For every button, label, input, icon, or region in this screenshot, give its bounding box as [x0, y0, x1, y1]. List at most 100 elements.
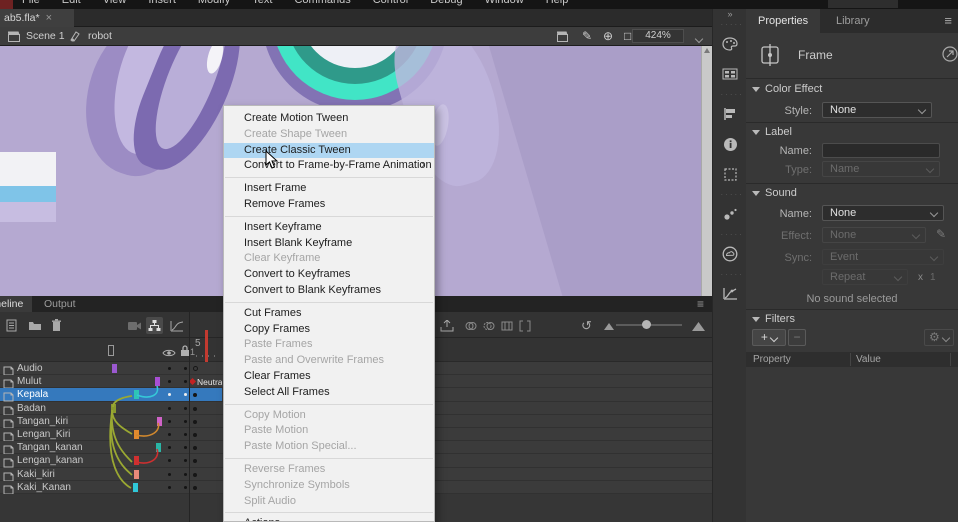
- layer-name[interactable]: Badan: [17, 403, 46, 414]
- remove-filter-button[interactable]: −: [788, 329, 806, 346]
- layer-lock-dot[interactable]: [184, 486, 187, 489]
- tab-properties[interactable]: Properties: [746, 9, 820, 33]
- particles-panel-icon[interactable]: [713, 199, 747, 229]
- label-name-input[interactable]: [822, 143, 940, 158]
- menu-control[interactable]: Control: [373, 0, 408, 6]
- edit-symbols-icon[interactable]: ✎: [582, 29, 592, 43]
- keyframe-dot[interactable]: [193, 486, 197, 490]
- new-layer-icon[interactable]: [4, 317, 21, 334]
- onion-skin-icon[interactable]: [462, 317, 479, 334]
- zoom-in-timeline-icon[interactable]: [690, 317, 707, 334]
- tab-timeline[interactable]: Timeline: [0, 296, 32, 312]
- color-panel-icon[interactable]: [713, 29, 747, 59]
- layer-name[interactable]: Tangan_kiri: [17, 416, 68, 427]
- layer-lock-dot[interactable]: [184, 459, 187, 462]
- breadcrumb-scene[interactable]: Scene 1: [26, 30, 65, 42]
- tab-output[interactable]: Output: [34, 296, 86, 312]
- edit-scene-icon[interactable]: [557, 31, 570, 45]
- layer-lock-dot[interactable]: [184, 393, 187, 396]
- layer-lock-dot[interactable]: [184, 420, 187, 423]
- timeline-zoom-slider-knob[interactable]: [642, 320, 651, 329]
- layer-name[interactable]: Kaki_Kanan: [17, 482, 71, 493]
- clear-frames-menu-item[interactable]: Clear Frames: [224, 369, 434, 385]
- align-panel-icon[interactable]: [713, 99, 747, 129]
- layer-visibility-dot[interactable]: [168, 420, 171, 423]
- layer-parent-swatch[interactable]: [134, 456, 139, 465]
- camera-icon[interactable]: [126, 317, 143, 334]
- visibility-column-eye-icon[interactable]: [162, 345, 176, 363]
- insert-frame-menu-item[interactable]: Insert Frame: [224, 181, 434, 197]
- copy-frames-menu-item[interactable]: Copy Frames: [224, 322, 434, 338]
- layer-visibility-dot[interactable]: [168, 380, 171, 383]
- filter-options-button[interactable]: ⚙: [924, 329, 954, 346]
- creative-cloud-icon[interactable]: [713, 239, 747, 269]
- menu-view[interactable]: View: [103, 0, 127, 6]
- keyframe-dot[interactable]: [193, 407, 197, 411]
- style-dropdown[interactable]: None: [822, 102, 932, 118]
- section-label[interactable]: Label: [752, 126, 792, 138]
- layer-visibility-dot[interactable]: [168, 473, 171, 476]
- keyframe-dot[interactable]: [193, 473, 197, 477]
- layer-lock-dot[interactable]: [184, 446, 187, 449]
- edit-multiple-frames-icon[interactable]: [498, 317, 515, 334]
- insert-blank-keyframe-menu-item[interactable]: Insert Blank Keyframe: [224, 236, 434, 252]
- stage-vertical-scrollbar[interactable]: [701, 46, 712, 296]
- menu-modify[interactable]: Modify: [198, 0, 230, 6]
- empty-keyframe[interactable]: [193, 366, 198, 371]
- delete-layer-icon[interactable]: [48, 317, 65, 334]
- modify-markers-icon[interactable]: [516, 317, 533, 334]
- convert-to-keyframes-menu-item[interactable]: Convert to Keyframes: [224, 267, 434, 283]
- layer-lock-dot[interactable]: [184, 367, 187, 370]
- help-link-icon[interactable]: [942, 46, 958, 65]
- section-color-effect[interactable]: Color Effect: [752, 83, 822, 95]
- layer-depth-icon[interactable]: [168, 317, 185, 334]
- sound-name-dropdown[interactable]: None: [822, 205, 944, 221]
- keyframe-dot[interactable]: [193, 459, 197, 463]
- layer-name[interactable]: Lengan_Kiri: [17, 429, 70, 440]
- zoom-chevron-icon[interactable]: [696, 33, 702, 45]
- collapse-panels-icon[interactable]: »: [713, 9, 746, 19]
- layer-name[interactable]: Kepala: [17, 389, 48, 400]
- keyframe-dot[interactable]: [193, 420, 197, 424]
- section-filters[interactable]: Filters: [752, 313, 795, 325]
- layer-name[interactable]: Tangan_kanan: [17, 442, 83, 453]
- layer-parent-swatch[interactable]: [156, 443, 161, 452]
- layer-parent-swatch[interactable]: [133, 483, 138, 492]
- insert-keyframe-menu-item[interactable]: Insert Keyframe: [224, 220, 434, 236]
- layer-visibility-dot[interactable]: [168, 407, 171, 410]
- menu-edit[interactable]: Edit: [62, 0, 81, 6]
- menu-window[interactable]: Window: [485, 0, 524, 6]
- keyframe-dot[interactable]: [193, 433, 197, 437]
- layer-name[interactable]: Mulut: [17, 376, 41, 387]
- loop-icon[interactable]: ↺: [578, 317, 595, 334]
- playhead[interactable]: [205, 330, 208, 362]
- onion-skin-outline-icon[interactable]: [480, 317, 497, 334]
- menu-text[interactable]: Text: [252, 0, 272, 6]
- cut-frames-menu-item[interactable]: Cut Frames: [224, 306, 434, 322]
- panel-menu-icon[interactable]: ≡: [944, 13, 952, 28]
- layer-parent-swatch[interactable]: [155, 377, 160, 386]
- remove-frames-menu-item[interactable]: Remove Frames: [224, 197, 434, 213]
- new-folder-icon[interactable]: [26, 317, 43, 334]
- keyframe-dot[interactable]: [193, 446, 197, 450]
- layer-parent-swatch[interactable]: [134, 430, 139, 439]
- layer-visibility-dot[interactable]: [168, 433, 171, 436]
- add-filter-button[interactable]: +: [752, 329, 786, 346]
- layer-visibility-dot[interactable]: [168, 459, 171, 462]
- section-sound[interactable]: Sound: [752, 187, 797, 199]
- layer-visibility-dot[interactable]: [168, 446, 171, 449]
- document-tab[interactable]: ab5.fla*×: [0, 9, 74, 27]
- create-classic-tween-menu-item[interactable]: Create Classic Tween: [224, 143, 434, 159]
- menu-help[interactable]: Help: [546, 0, 569, 6]
- keyframe-dot[interactable]: [193, 393, 197, 397]
- menu-insert[interactable]: Insert: [148, 0, 176, 6]
- layer-parenting-icon[interactable]: [146, 317, 163, 334]
- layer-visibility-dot[interactable]: [168, 486, 171, 489]
- layer-name[interactable]: Lengan_kanan: [17, 455, 83, 466]
- layer-parent-swatch[interactable]: [111, 404, 116, 413]
- keyframe-diamond[interactable]: [189, 378, 196, 385]
- convert-to-blank-keyframes-menu-item[interactable]: Convert to Blank Keyframes: [224, 283, 434, 299]
- layer-lock-dot[interactable]: [184, 380, 187, 383]
- layer-visibility-dot[interactable]: [168, 393, 171, 396]
- layer-lock-dot[interactable]: [184, 407, 187, 410]
